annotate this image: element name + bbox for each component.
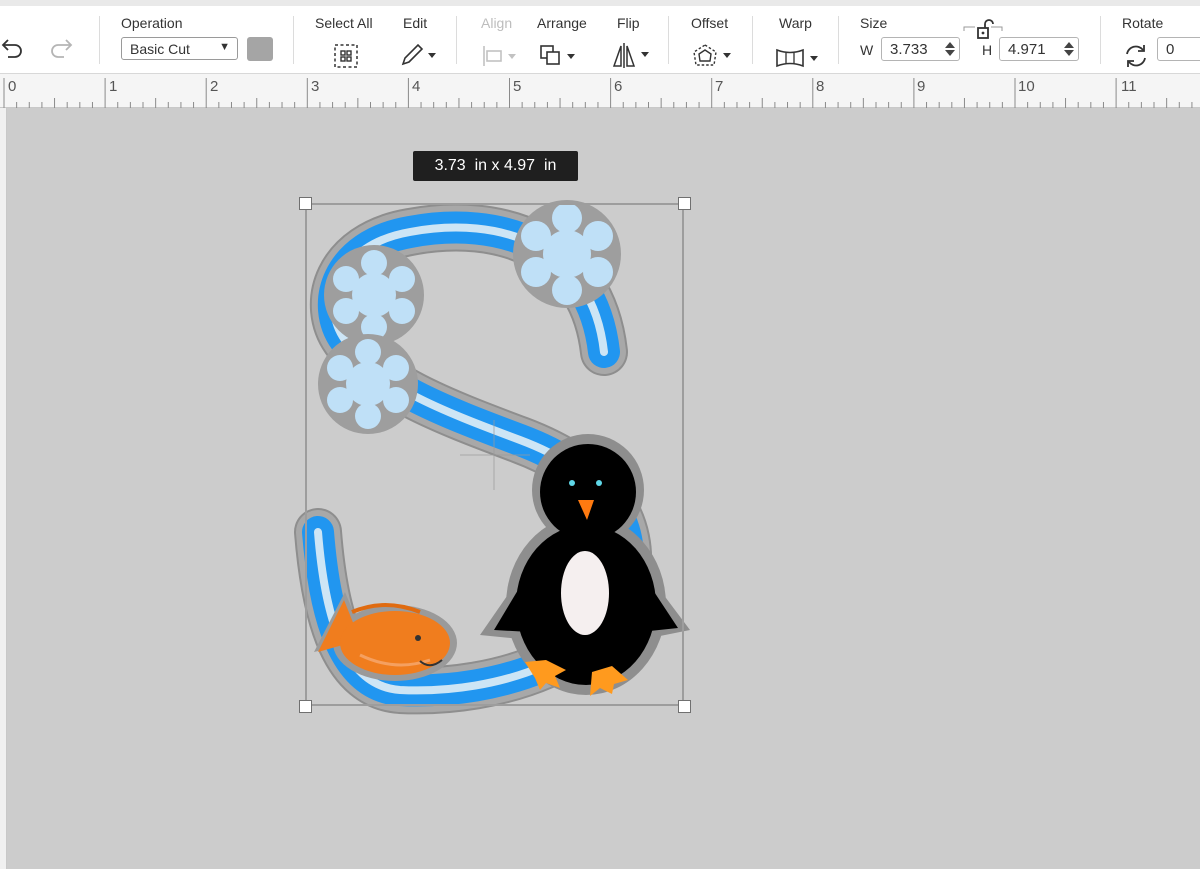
resize-handle-bottom-right[interactable] (678, 700, 691, 713)
resize-handle-top-right[interactable] (678, 197, 691, 210)
selection-bounding-box[interactable] (305, 203, 684, 706)
resize-handle-bottom-left[interactable] (299, 700, 312, 713)
size-tooltip: 3.73 in x 4.97 in (413, 151, 578, 181)
resize-handle-top-left[interactable] (299, 197, 312, 210)
